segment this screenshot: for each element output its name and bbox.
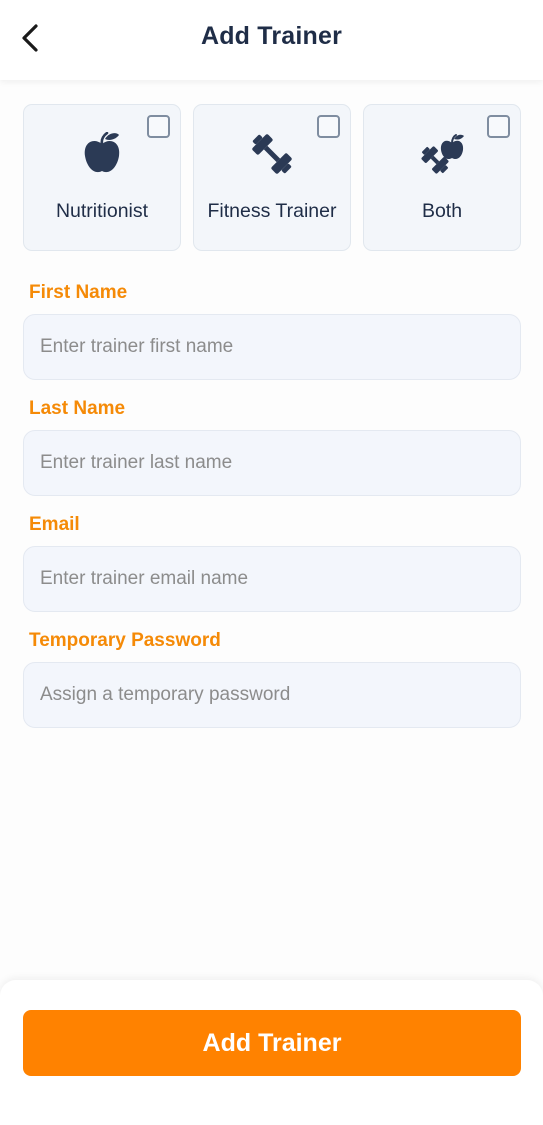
app-header: Add Trainer — [0, 0, 543, 80]
email-label: Email — [29, 514, 80, 535]
add-trainer-button[interactable]: Add Trainer — [23, 1010, 521, 1076]
last-name-label: Last Name — [29, 398, 126, 419]
dumbbell-icon — [194, 129, 350, 179]
page-title: Add Trainer — [200, 22, 343, 50]
role-label: Fitness Trainer — [207, 200, 337, 222]
email-input[interactable] — [23, 546, 521, 612]
role-label: Both — [421, 200, 463, 222]
dumbbell-apple-icon — [364, 129, 520, 179]
temporary-password-input[interactable] — [23, 662, 521, 728]
apple-icon — [24, 129, 180, 179]
temporary-password-label: Temporary Password — [29, 630, 221, 651]
footer-bar: Add Trainer — [0, 980, 543, 1125]
role-label: Nutritionist — [55, 200, 149, 222]
role-card-both[interactable]: Both — [363, 104, 521, 251]
first-name-input[interactable] — [23, 314, 521, 380]
role-selector: Nutritionist Fitness Trainer Both — [23, 104, 521, 251]
last-name-input[interactable] — [23, 430, 521, 496]
first-name-label: First Name — [29, 282, 128, 303]
role-card-fitness-trainer[interactable]: Fitness Trainer — [193, 104, 351, 251]
role-card-nutritionist[interactable]: Nutritionist — [23, 104, 181, 251]
